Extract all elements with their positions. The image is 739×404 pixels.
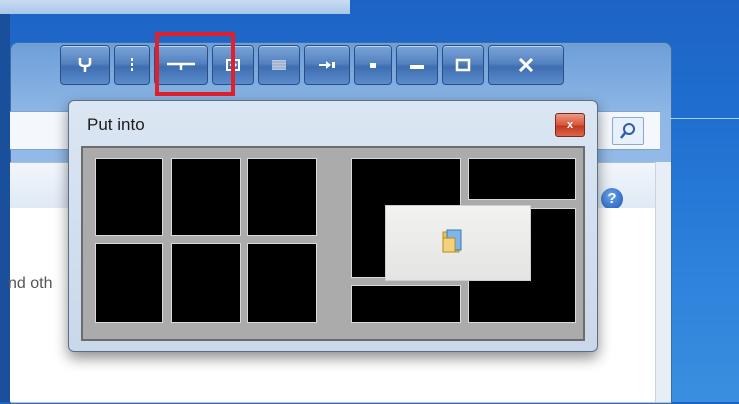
- help-icon[interactable]: ?: [601, 188, 623, 210]
- scrollbar[interactable]: [655, 162, 671, 402]
- dialog-title: Put into: [87, 115, 145, 134]
- grid-cell-right-top-strip[interactable]: [468, 158, 576, 200]
- window-preview: [385, 205, 531, 281]
- maximize-button[interactable]: [442, 45, 484, 85]
- grid-cell-bottom-left[interactable]: [95, 243, 163, 323]
- roll-up-icon: [370, 63, 376, 68]
- send-to-tray-icon: [319, 61, 335, 69]
- minimize-icon: [410, 65, 424, 69]
- folder-icon: [442, 229, 462, 253]
- pin-icon: [78, 58, 92, 72]
- dialog-close-button[interactable]: x: [555, 113, 585, 137]
- transparency-button[interactable]: [258, 45, 300, 85]
- desktop-line: [670, 118, 739, 119]
- move-vertical-icon: [131, 58, 133, 71]
- put-into-dialog: Put into x: [68, 100, 598, 352]
- search-icon: [620, 123, 635, 139]
- grid-cell-top-left[interactable]: [95, 158, 163, 236]
- send-to-tray-button[interactable]: [304, 45, 350, 85]
- grid-cell-bottom-middle[interactable]: [171, 243, 241, 323]
- close-icon: [518, 58, 534, 72]
- highlight-box: [155, 32, 235, 96]
- grid-cell-top-middle[interactable]: [171, 158, 241, 236]
- caption-buttons: [60, 45, 564, 85]
- close-button[interactable]: [488, 45, 564, 85]
- roll-up-button[interactable]: [354, 45, 392, 85]
- grid-cell-bottom-right[interactable]: [247, 243, 317, 323]
- background-partial-text: nd oth: [8, 275, 53, 292]
- desktop-top-strip: [0, 0, 350, 14]
- move-vertical-button[interactable]: [114, 45, 150, 85]
- grid-cell-right-bottom-strip[interactable]: [351, 285, 461, 323]
- desktop-edge: [0, 14, 10, 402]
- maximize-icon: [455, 58, 471, 72]
- minimize-button[interactable]: [396, 45, 438, 85]
- pin-button[interactable]: [60, 45, 110, 85]
- grid-cell-top-right[interactable]: [247, 158, 317, 236]
- dialog-close-icon: x: [566, 119, 574, 131]
- transparency-icon: [272, 60, 286, 70]
- search-button[interactable]: [612, 117, 644, 145]
